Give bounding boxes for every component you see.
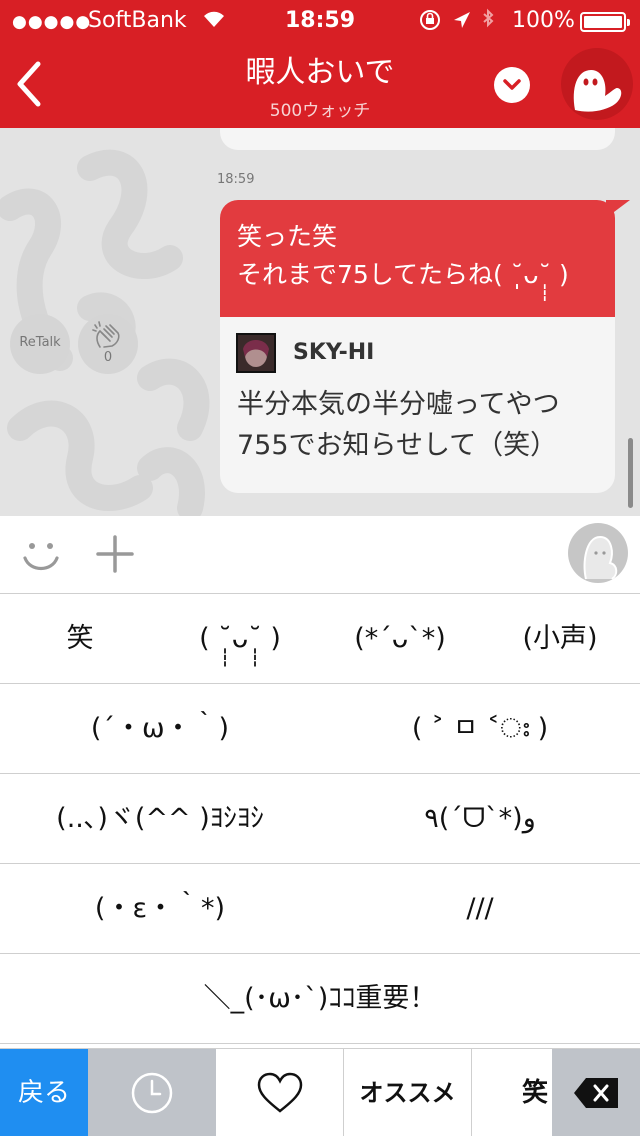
battery-percentage: 100% <box>512 8 575 33</box>
room-title: 暇人おいで <box>245 55 395 90</box>
status-bar: ●●●●● SoftBank 18:59 100% <box>0 0 640 40</box>
clock-icon <box>131 1072 173 1114</box>
scrollbar[interactable] <box>628 438 633 508</box>
quoted-text: 半分本気の半分嘘ってやつ 755でお知らせして（笑） <box>237 384 607 466</box>
quoted-user-name: SKY-HI <box>293 340 375 365</box>
recommend-tab[interactable]: オススメ <box>344 1049 472 1136</box>
kaomoji-key[interactable]: (..､)ヾ(^^ )ﾖｼﾖｼ <box>0 774 320 864</box>
bubble-tail <box>606 200 630 218</box>
kaomoji-key[interactable]: /// <box>320 864 640 954</box>
chat-area[interactable]: 18:59 笑った笑 それまで75してたらね( ˘̩̩̩ᴗ˘̩̩̩ ) SKY-… <box>0 128 640 516</box>
chevron-down-icon <box>503 79 521 90</box>
kaomoji-key[interactable]: ( ˘̩̩̩ᴗ˘̩̩̩ ) <box>160 594 320 684</box>
kaomoji-key[interactable]: ٩(ˊᗜˋ*)و <box>320 774 640 864</box>
kaomoji-key[interactable]: (・ε・｀*) <box>0 864 320 954</box>
backspace-icon <box>574 1078 618 1108</box>
quoted-user-avatar <box>236 333 276 373</box>
favorite-tab[interactable] <box>216 1049 344 1136</box>
keyboard-tab-bar: 戻る オススメ 笑 <box>0 1048 640 1136</box>
plus-icon <box>96 535 134 573</box>
previous-message-bubble <box>220 128 615 150</box>
heart-icon <box>257 1072 302 1113</box>
emoji-button[interactable] <box>20 534 62 576</box>
retalk-label: ReTalk <box>19 335 61 350</box>
message-line: 笑った笑 <box>237 222 338 251</box>
message-timestamp: 18:59 <box>217 172 255 187</box>
dropdown-button[interactable] <box>494 67 530 103</box>
kaomoji-key[interactable]: 笑 <box>0 594 160 684</box>
add-button[interactable] <box>95 534 135 574</box>
retalk-button[interactable]: ReTalk <box>10 314 70 374</box>
delete-key[interactable] <box>552 1049 640 1136</box>
message-text: 笑った笑 それまで75してたらね( ˘̩̩̩ᴗ˘̩̩̩ ) <box>220 200 615 317</box>
keyboard-row: (´・ω・｀) ( ˃ ㅁ ˂ഃ ) <box>0 684 640 774</box>
quoted-line: 半分本気の半分嘘ってやつ <box>237 389 560 420</box>
location-icon <box>454 12 470 28</box>
kaomoji-keyboard: 笑 ( ˘̩̩̩ᴗ˘̩̩̩ ) (*´ᴗ`*) (小声) (´・ω・｀) ( ˃… <box>0 594 640 1046</box>
back-tab[interactable]: 戻る <box>0 1049 88 1136</box>
back-button[interactable] <box>6 52 62 116</box>
keyboard-row: (・ε・｀*) /// <box>0 864 640 954</box>
input-bar <box>0 516 640 594</box>
smiley-icon <box>23 543 59 571</box>
navigation-header: ●●●●● SoftBank 18:59 100% 暇人おいで 500ウォッチ <box>0 0 640 128</box>
battery-icon <box>580 12 630 32</box>
watch-count: 500ウォッチ <box>269 101 371 121</box>
kaomoji-key[interactable]: (*´ᴗ`*) <box>320 594 480 684</box>
kaomoji-key[interactable]: ( ˃ ㅁ ˂ഃ ) <box>320 684 640 774</box>
bluetooth-icon <box>483 8 494 28</box>
message-bubble[interactable]: 笑った笑 それまで75してたらね( ˘̩̩̩ᴗ˘̩̩̩ ) SKY-HI 半分本… <box>220 200 615 493</box>
clap-button[interactable]: 0 <box>78 314 138 374</box>
keyboard-row: (..､)ヾ(^^ )ﾖｼﾖｼ ٩(ˊᗜˋ*)و <box>0 774 640 864</box>
rotation-lock-icon <box>420 10 440 30</box>
recent-tab[interactable] <box>88 1049 216 1136</box>
quoted-line: 755でお知らせして（笑） <box>237 430 558 461</box>
clap-count: 0 <box>103 350 113 365</box>
kaomoji-key[interactable]: (小声) <box>480 594 640 684</box>
kaomoji-key[interactable]: (´・ω・｀) <box>0 684 320 774</box>
clap-icon <box>92 321 120 348</box>
message-line: それまで75してたらね( ˘̩̩̩ᴗ˘̩̩̩ ) <box>237 260 569 289</box>
keyboard-row: 笑 ( ˘̩̩̩ᴗ˘̩̩̩ ) (*´ᴗ`*) (小声) <box>0 594 640 684</box>
ghost-mascot-icon <box>573 70 622 112</box>
keyboard-row: ＼_(･ω･`)ｺｺ重要！ <box>0 954 640 1044</box>
room-avatar[interactable] <box>561 48 633 120</box>
status-icons <box>420 8 506 38</box>
user-avatar[interactable] <box>568 523 628 583</box>
default-avatar-icon <box>583 535 618 580</box>
kaomoji-key[interactable]: ＼_(･ω･`)ｺｺ重要！ <box>0 954 640 1044</box>
